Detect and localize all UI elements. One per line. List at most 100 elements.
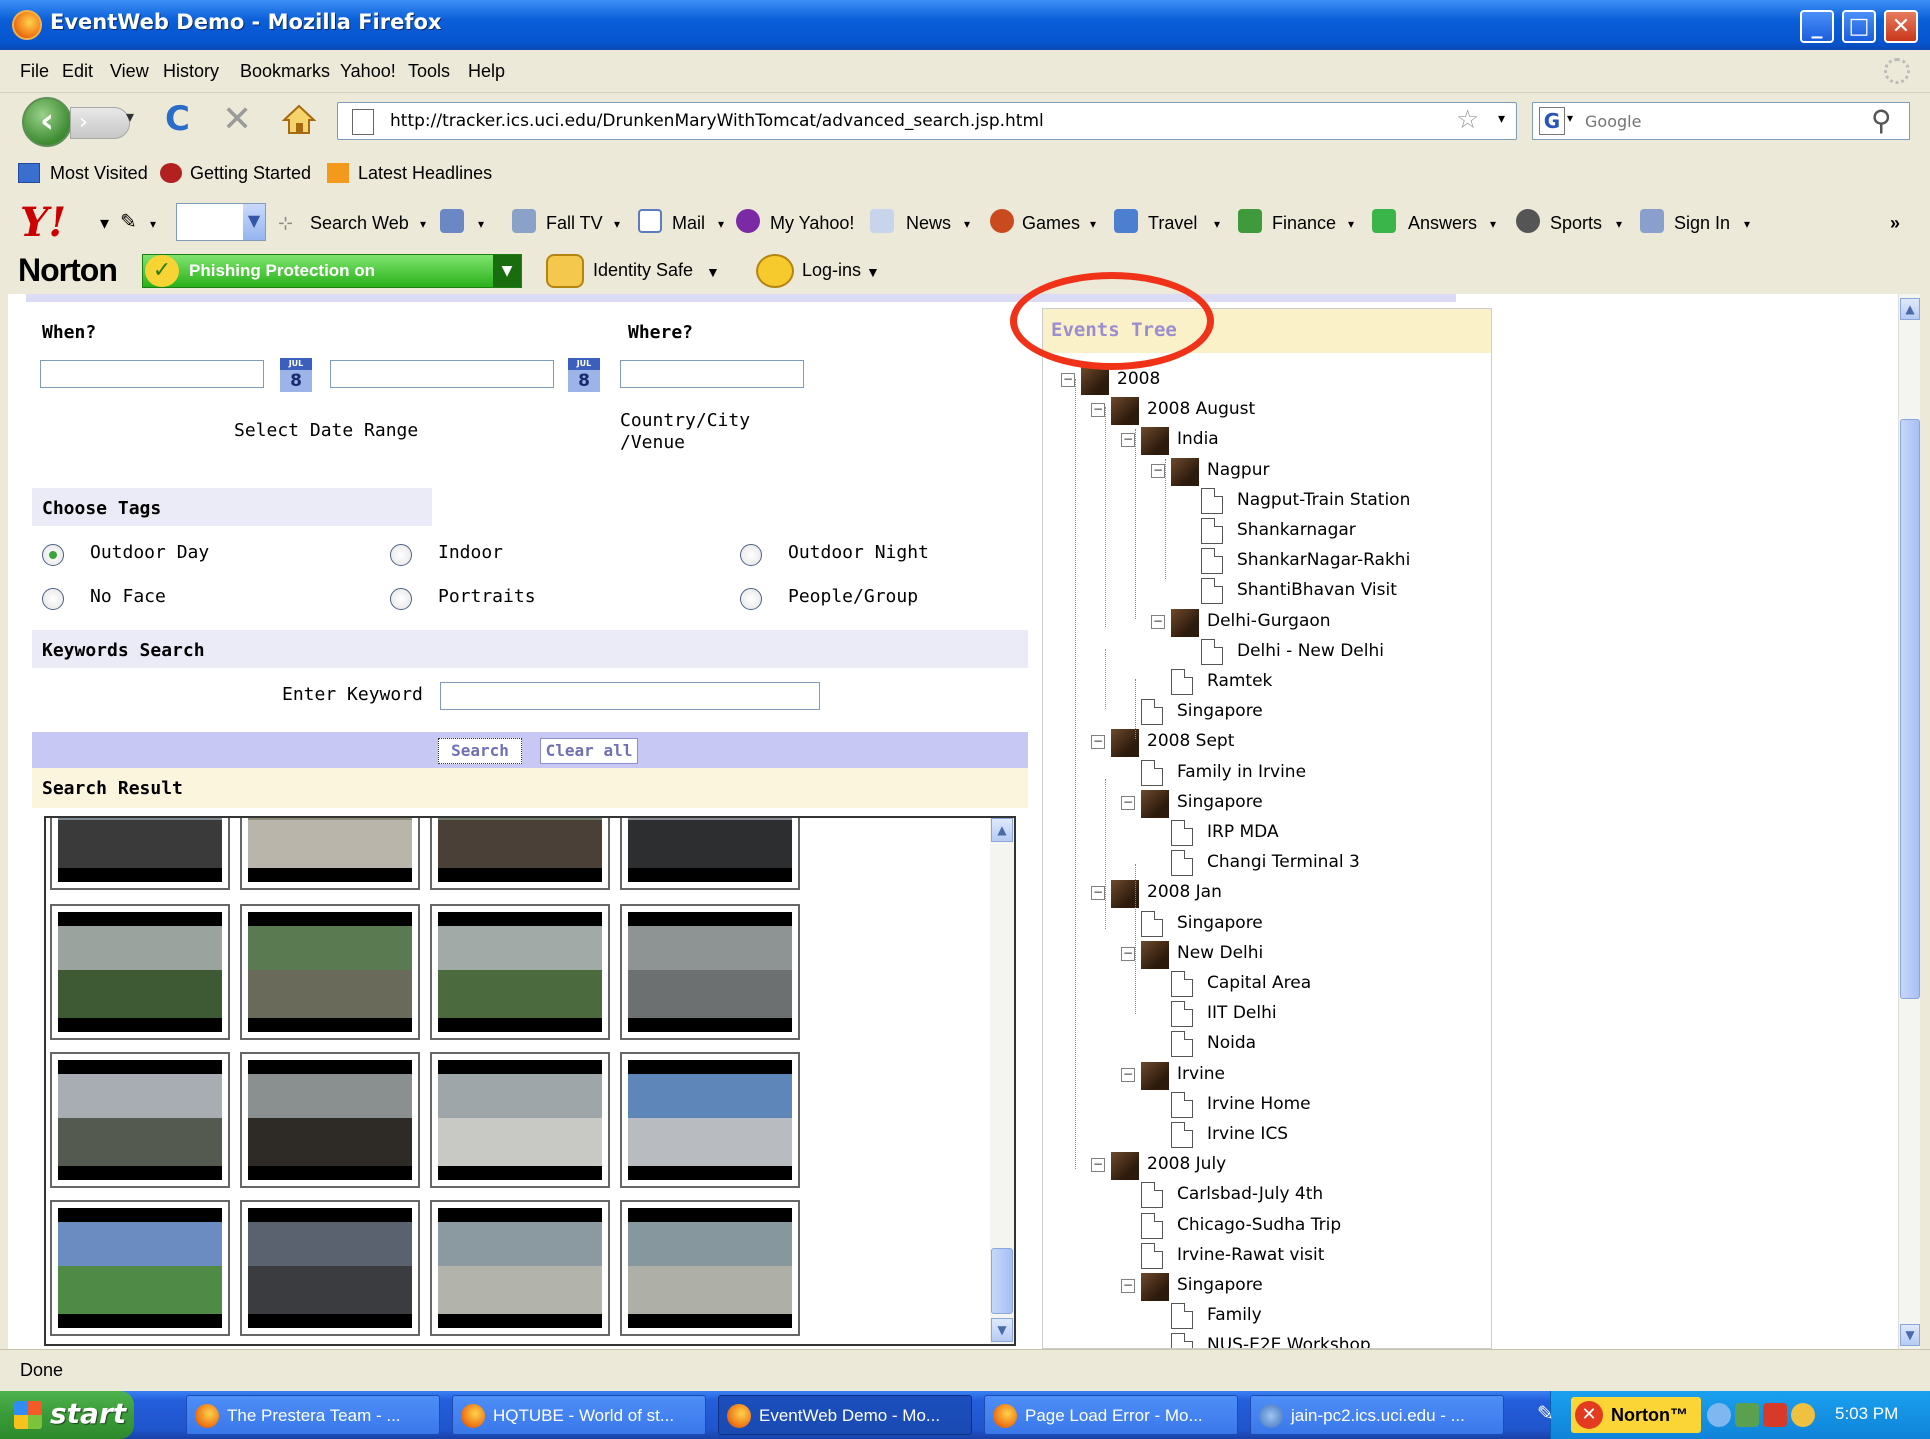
- radio-outdoor-night[interactable]: [740, 544, 762, 566]
- tray-expand-icon[interactable]: [1707, 1403, 1731, 1427]
- end-calendar-icon[interactable]: JUL 8: [568, 358, 600, 392]
- radio-outdoor-day[interactable]: [42, 544, 64, 566]
- radio-people-group[interactable]: [740, 588, 762, 610]
- menu-edit[interactable]: Edit: [62, 61, 93, 82]
- clear-all-button[interactable]: Clear all: [540, 738, 638, 764]
- start-button[interactable]: start: [0, 1391, 134, 1439]
- network-icon[interactable]: [1735, 1403, 1759, 1427]
- stop-icon[interactable]: ✕: [222, 99, 252, 140]
- taskbar-item-active[interactable]: EventWeb Demo - Mo...: [718, 1395, 972, 1435]
- travel-dropdown-icon[interactable]: ▾: [1214, 217, 1220, 231]
- collapse-toggle-icon[interactable]: −: [1091, 403, 1105, 418]
- yahoo-mail[interactable]: Mail: [672, 213, 705, 234]
- collapse-toggle-icon[interactable]: −: [1091, 735, 1105, 750]
- sports-dropdown-icon[interactable]: ▾: [1616, 217, 1622, 231]
- taskbar-item[interactable]: The Prestera Team - ...: [186, 1395, 440, 1435]
- identity-safe-button[interactable]: Identity Safe: [593, 260, 693, 281]
- result-thumbnail[interactable]: [240, 1052, 420, 1188]
- collapse-toggle-icon[interactable]: −: [1121, 1279, 1135, 1293]
- result-thumbnail[interactable]: [620, 1052, 800, 1188]
- collapse-toggle-icon[interactable]: −: [1151, 463, 1165, 478]
- fall-tv-dropdown-icon[interactable]: ▾: [614, 217, 620, 231]
- search-input[interactable]: [1583, 106, 1853, 136]
- news-dropdown-icon[interactable]: ▾: [964, 217, 970, 231]
- taskbar-item[interactable]: jain-pc2.ics.uci.edu - ...: [1250, 1395, 1504, 1435]
- result-thumbnail[interactable]: [240, 904, 420, 1040]
- yahoo-news[interactable]: News: [906, 213, 951, 234]
- logins-dropdown-icon[interactable]: ▼: [866, 264, 880, 280]
- search-web-button[interactable]: Search Web: [310, 213, 409, 234]
- phishing-protection-button[interactable]: ✓ Phishing Protection on ▼: [142, 254, 522, 288]
- scroll-down-icon[interactable]: ▼: [1900, 1324, 1920, 1346]
- toolbar-overflow-button[interactable]: »: [1890, 213, 1900, 234]
- result-thumbnail[interactable]: [620, 818, 800, 890]
- collapse-toggle-icon[interactable]: −: [1091, 1158, 1105, 1173]
- history-dropdown-icon[interactable]: ▾: [126, 107, 134, 126]
- chevron-down-icon[interactable]: ▼: [243, 204, 265, 240]
- bookmark-star-icon[interactable]: ☆: [1456, 105, 1479, 135]
- pen-icon[interactable]: ✎: [1537, 1401, 1554, 1425]
- url-dropdown-icon[interactable]: ▾: [1498, 111, 1505, 127]
- yahoo-games[interactable]: Games: [1022, 213, 1080, 234]
- yahoo-finance[interactable]: Finance: [1272, 213, 1336, 234]
- bookmark-most-visited[interactable]: Most Visited: [50, 163, 148, 184]
- search-bar[interactable]: G ▾ ⚲: [1532, 102, 1910, 140]
- chevron-down-icon[interactable]: ▼: [493, 255, 521, 287]
- result-thumbnail[interactable]: [430, 904, 610, 1040]
- yahoo-fall-tv[interactable]: Fall TV: [546, 213, 603, 234]
- scroll-up-icon[interactable]: ▲: [991, 818, 1013, 842]
- reload-icon[interactable]: C: [165, 99, 190, 139]
- result-thumbnail[interactable]: [50, 904, 230, 1040]
- location-input[interactable]: [620, 360, 804, 388]
- games-dropdown-icon[interactable]: ▾: [1090, 217, 1096, 231]
- start-calendar-icon[interactable]: JUL 8: [280, 358, 312, 392]
- scroll-up-icon[interactable]: ▲: [1900, 298, 1920, 320]
- collapse-toggle-icon[interactable]: −: [1061, 373, 1075, 387]
- forward-button[interactable]: ›: [70, 107, 130, 139]
- collapse-toggle-icon[interactable]: −: [1121, 946, 1135, 961]
- page-scrollbar[interactable]: ▲ ▼: [1898, 294, 1920, 1349]
- yahoo-sports[interactable]: Sports: [1550, 213, 1602, 234]
- result-thumbnail[interactable]: [50, 1200, 230, 1336]
- result-thumbnail[interactable]: [240, 1200, 420, 1336]
- norton-tray-button[interactable]: ✕ Norton™: [1571, 1397, 1701, 1433]
- search-button[interactable]: Search: [438, 738, 522, 764]
- yahoo-answers[interactable]: Answers: [1408, 213, 1477, 234]
- logins-button[interactable]: Log-ins: [802, 260, 861, 281]
- maximize-button[interactable]: □: [1842, 10, 1876, 43]
- shield-icon[interactable]: [1791, 1403, 1815, 1427]
- address-bar[interactable]: ☆ ▾: [337, 102, 1517, 140]
- shield-dropdown-icon[interactable]: ▾: [478, 217, 484, 231]
- pencil-icon[interactable]: ✎: [120, 209, 137, 234]
- sign-in-dropdown-icon[interactable]: ▾: [1744, 217, 1750, 231]
- menu-history[interactable]: History: [163, 61, 219, 82]
- yahoo-logo[interactable]: Y!: [20, 199, 66, 246]
- menu-view[interactable]: View: [110, 61, 149, 82]
- keyword-input[interactable]: [440, 682, 820, 710]
- collapse-toggle-icon[interactable]: −: [1091, 886, 1105, 901]
- pencil-dropdown-icon[interactable]: ▾: [150, 217, 156, 231]
- result-thumbnail[interactable]: [430, 1052, 610, 1188]
- mail-dropdown-icon[interactable]: ▾: [718, 217, 724, 231]
- radio-portraits[interactable]: [390, 588, 412, 610]
- result-thumbnail[interactable]: [620, 1200, 800, 1336]
- menu-bookmarks[interactable]: Bookmarks: [240, 61, 330, 82]
- result-thumbnail[interactable]: [50, 1052, 230, 1188]
- result-thumbnail[interactable]: [620, 904, 800, 1040]
- scroll-thumb[interactable]: [991, 1248, 1013, 1314]
- yahoo-travel[interactable]: Travel: [1148, 213, 1197, 234]
- yahoo-menu-dropdown-icon[interactable]: ▾: [100, 213, 109, 234]
- collapse-toggle-icon[interactable]: −: [1121, 1067, 1135, 1082]
- radio-no-face[interactable]: [42, 588, 64, 610]
- google-engine-icon[interactable]: G: [1539, 107, 1565, 135]
- result-thumbnail[interactable]: [430, 1200, 610, 1336]
- answers-dropdown-icon[interactable]: ▾: [1490, 217, 1496, 231]
- scroll-down-icon[interactable]: ▼: [991, 1318, 1013, 1342]
- end-date-input[interactable]: [330, 360, 554, 388]
- scroll-thumb[interactable]: [1900, 419, 1920, 999]
- engine-dropdown-icon[interactable]: ▾: [1567, 111, 1573, 125]
- search-icon[interactable]: ⚲: [1871, 104, 1892, 137]
- taskbar-item[interactable]: Page Load Error - Mo...: [984, 1395, 1238, 1435]
- result-thumbnail[interactable]: [430, 818, 610, 890]
- yahoo-sign-in[interactable]: Sign In: [1674, 213, 1730, 234]
